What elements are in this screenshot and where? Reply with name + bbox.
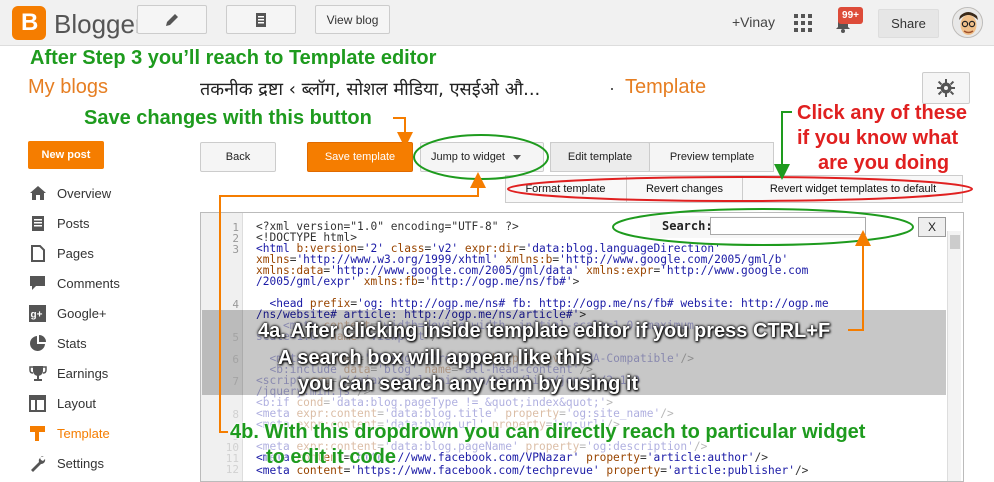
annotation-4a-line3: you can search any term by using it bbox=[298, 373, 639, 395]
sidebar-item-label: Settings bbox=[57, 455, 104, 471]
gear-icon bbox=[937, 79, 955, 97]
annotation-step3: After Step 3 you’ll reach to Template ed… bbox=[30, 47, 437, 69]
annotation-4a-line2: A search box will appear like this bbox=[278, 347, 592, 369]
sidebar-item-label: Comments bbox=[57, 275, 120, 291]
sidebar-item-label: Stats bbox=[57, 335, 87, 351]
blog-title-dropdown[interactable]: तकनीक द्रष्टा ‹ ब्लॉग, सोशल मीडिया, एसईओ… bbox=[200, 77, 540, 101]
scrollbar-thumb[interactable] bbox=[950, 235, 960, 249]
sidebar-item-label: Posts bbox=[57, 215, 90, 231]
back-button[interactable]: Back bbox=[200, 142, 276, 172]
sidebar-item-settings[interactable]: Settings bbox=[28, 452, 104, 474]
sidebar-item-pages[interactable]: Pages bbox=[28, 242, 94, 264]
annotation-save-changes: Save changes with this button bbox=[84, 107, 372, 129]
chevron-down-icon bbox=[512, 154, 521, 160]
brand-name[interactable]: Blogger bbox=[54, 9, 144, 40]
annotation-4b-line1: 4b. With this dropdrown you can directly… bbox=[230, 421, 866, 443]
apps-grid-icon[interactable] bbox=[794, 14, 812, 32]
logo-letter: B bbox=[21, 9, 39, 36]
trophy-icon bbox=[28, 365, 47, 382]
sidebar-item-label: Pages bbox=[57, 245, 94, 261]
search-input[interactable] bbox=[710, 217, 866, 235]
layout-icon bbox=[28, 394, 47, 412]
posts-list-button[interactable] bbox=[226, 5, 296, 34]
sidebar-item-label: Template bbox=[57, 425, 110, 441]
annotation-click-any-line3: are you doing bbox=[818, 152, 950, 174]
line-number: 8 bbox=[232, 408, 239, 421]
notification-count-badge[interactable]: 99+ bbox=[838, 7, 863, 24]
tab-edit-template[interactable]: Edit template bbox=[550, 142, 650, 172]
search-label: Search: bbox=[662, 219, 713, 233]
wrench-icon bbox=[28, 455, 47, 472]
annotation-click-any: Click any of these if you know what are … bbox=[797, 101, 967, 176]
close-search-button[interactable]: X bbox=[918, 217, 946, 237]
settings-gear-button[interactable] bbox=[922, 72, 970, 104]
view-blog-button[interactable]: View blog bbox=[315, 5, 390, 34]
new-post-pencil-button[interactable] bbox=[137, 5, 207, 34]
annotation-click-any-line2: if you know what bbox=[797, 127, 959, 149]
page-title: Template bbox=[625, 76, 707, 98]
home-icon bbox=[28, 185, 47, 202]
line-number: 3 bbox=[232, 243, 239, 256]
annotation-click-any-line1: Click any of these bbox=[797, 102, 968, 124]
annotation-4b-line2: to edit it code bbox=[266, 446, 396, 468]
line-number: 12 bbox=[225, 463, 239, 476]
revert-changes-button[interactable]: Revert changes bbox=[626, 175, 742, 203]
sidebar-item-label: Layout bbox=[57, 395, 97, 411]
pages-icon bbox=[28, 244, 47, 262]
stats-icon bbox=[28, 334, 47, 352]
tab-preview-template[interactable]: Preview template bbox=[650, 142, 774, 172]
editor-scrollbar[interactable] bbox=[947, 231, 961, 481]
sidebar-item-overview[interactable]: Overview bbox=[28, 182, 111, 204]
sidebar-item-comments[interactable]: Comments bbox=[28, 272, 120, 294]
sidebar-item-layout[interactable]: Layout bbox=[28, 392, 96, 414]
account-name-link[interactable]: +Vinay bbox=[732, 14, 775, 30]
document-icon bbox=[256, 12, 266, 27]
format-template-button[interactable]: Format template bbox=[505, 175, 626, 203]
template-icon bbox=[28, 425, 47, 442]
sidebar-item-stats[interactable]: Stats bbox=[28, 332, 87, 354]
annotation-4a-line1: 4a. After clicking inside template edito… bbox=[258, 320, 831, 342]
pencil-icon bbox=[166, 13, 178, 26]
sidebar-item-label: Google+ bbox=[57, 305, 107, 321]
share-button[interactable]: Share bbox=[878, 9, 939, 38]
sidebar-item-posts[interactable]: Posts bbox=[28, 212, 90, 234]
sidebar-item-label: Earnings bbox=[57, 365, 109, 381]
my-blogs-link[interactable]: My blogs bbox=[28, 76, 108, 99]
jump-to-widget-label: Jump to widget bbox=[431, 151, 505, 163]
save-template-button[interactable]: Save template bbox=[307, 142, 413, 172]
sidebar-item-label: Overview bbox=[57, 185, 112, 201]
posts-icon bbox=[28, 215, 47, 232]
sidebar-item-googleplus[interactable]: g+ Google+ bbox=[28, 302, 107, 324]
new-post-button[interactable]: New post bbox=[28, 141, 104, 169]
comments-icon bbox=[28, 275, 47, 292]
google-plus-icon: g+ bbox=[28, 304, 47, 322]
revert-widget-templates-button[interactable]: Revert widget templates to default bbox=[742, 175, 963, 203]
svg-text:g+: g+ bbox=[31, 309, 43, 320]
sidebar-item-earnings[interactable]: Earnings bbox=[28, 362, 108, 384]
avatar[interactable] bbox=[952, 7, 983, 38]
code-line: <html b:version='2' class='v2' expr:dir=… bbox=[256, 242, 809, 288]
sidebar-item-template[interactable]: Template bbox=[28, 422, 110, 444]
breadcrumb-separator: · bbox=[609, 78, 615, 98]
blogger-logo[interactable]: B bbox=[12, 6, 46, 40]
jump-to-widget-dropdown[interactable]: Jump to widget bbox=[420, 142, 544, 172]
